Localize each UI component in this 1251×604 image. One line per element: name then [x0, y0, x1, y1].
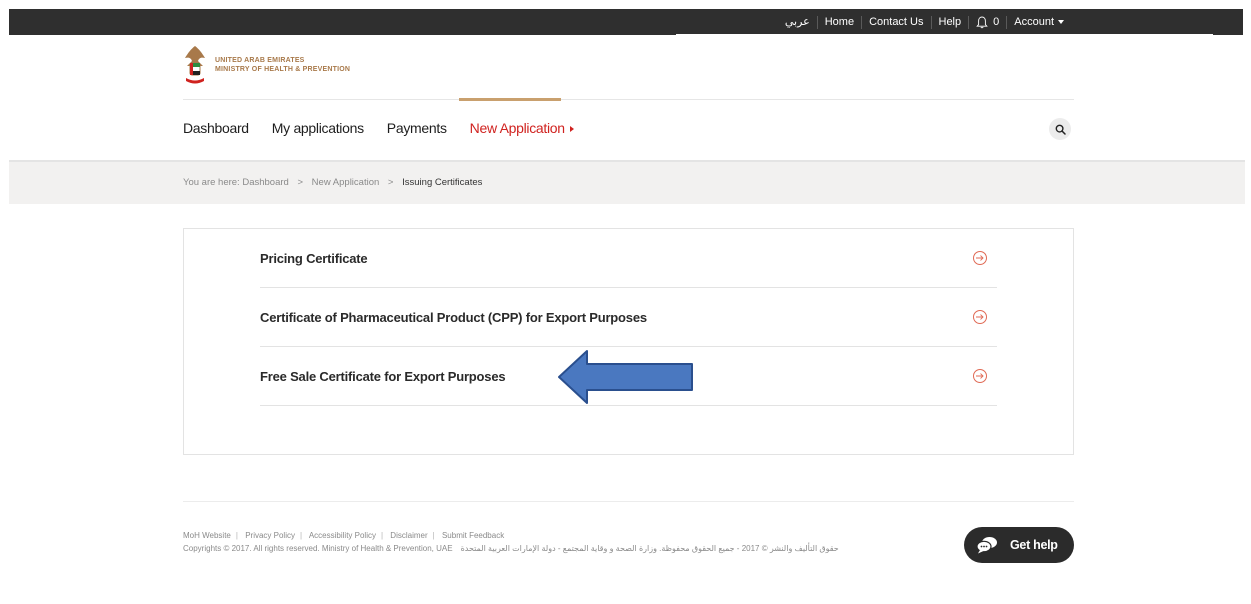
contact-us-link[interactable]: Contact Us	[861, 15, 930, 29]
nav-dashboard[interactable]: Dashboard	[183, 120, 249, 136]
footer-separator: |	[380, 531, 384, 540]
certificate-label: Certificate of Pharmaceutical Product (C…	[260, 309, 647, 325]
breadcrumb-prefix: You are here:	[183, 177, 240, 188]
breadcrumb-bar: You are here: Dashboard > New Applicatio…	[9, 160, 1245, 204]
help-link[interactable]: Help	[930, 15, 969, 29]
breadcrumb: You are here: Dashboard > New Applicatio…	[183, 177, 482, 188]
certificate-label: Pricing Certificate	[260, 250, 368, 266]
footer-link-privacy-policy[interactable]: Privacy Policy	[245, 531, 295, 540]
footer-separator: |	[235, 531, 238, 540]
notifications-button[interactable]: 0	[968, 15, 1006, 29]
breadcrumb-separator: >	[387, 177, 394, 188]
certificate-label: Free Sale Certificate for Export Purpose…	[260, 368, 506, 384]
breadcrumb-dashboard[interactable]: Dashboard	[242, 177, 288, 188]
arabic-language-link[interactable]: عربي	[778, 16, 817, 29]
get-help-label: Get help	[1010, 538, 1058, 552]
search-button[interactable]	[1049, 118, 1071, 140]
breadcrumb-current: Issuing Certificates	[402, 177, 483, 188]
nav-new-application-label: New Application	[469, 120, 565, 136]
account-label: Account	[1014, 15, 1054, 28]
footer-link-moh-website[interactable]: MoH Website	[183, 531, 231, 540]
home-link[interactable]: Home	[816, 15, 861, 29]
footer-link-disclaimer[interactable]: Disclaimer	[390, 531, 427, 540]
top-utility-bar: عربي Home Contact Us Help 0 Account	[9, 9, 1243, 35]
search-icon	[1055, 124, 1066, 135]
caret-down-icon	[1058, 19, 1064, 24]
certificate-row-cpp[interactable]: Certificate of Pharmaceutical Product (C…	[260, 288, 997, 347]
topbar-underline	[676, 34, 1213, 37]
footer-divider	[183, 501, 1074, 502]
get-help-button[interactable]: Get help	[964, 527, 1074, 563]
logo-line-2: MINISTRY OF HEALTH & PREVENTION	[215, 66, 351, 73]
annotation-arrow-icon	[558, 350, 693, 404]
footer-link-submit-feedback[interactable]: Submit Feedback	[442, 531, 504, 540]
bell-icon	[976, 16, 988, 28]
emblem-icon	[185, 46, 205, 84]
account-menu[interactable]: Account	[1006, 15, 1071, 29]
header-divider	[183, 99, 1074, 100]
main-nav: Dashboard My applications Payments New A…	[183, 120, 597, 136]
breadcrumb-separator: >	[297, 177, 304, 188]
arrow-right-circle-icon[interactable]	[973, 369, 987, 383]
active-tab-indicator	[459, 98, 561, 101]
footer-copyright: Copyrights © 2017. All rights reserved. …	[183, 544, 839, 553]
ministry-logo[interactable]: UNITED ARAB EMIRATES MINISTRY OF HEALTH …	[183, 44, 350, 86]
footer-link-accessibility-policy[interactable]: Accessibility Policy	[309, 531, 376, 540]
footer-separator: |	[299, 531, 303, 540]
copyright-english: Copyrights © 2017. All rights reserved. …	[183, 544, 453, 553]
certificates-panel: Pricing Certificate Certificate of Pharm…	[183, 228, 1074, 455]
chat-bubble-icon	[976, 537, 997, 554]
chevron-right-icon	[569, 126, 574, 133]
certificate-row-pricing[interactable]: Pricing Certificate	[260, 229, 997, 288]
footer-links: MoH Website | Privacy Policy | Accessibili…	[183, 531, 504, 540]
arrow-right-circle-icon[interactable]	[973, 310, 987, 324]
utility-nav: عربي Home Contact Us Help 0 Account	[778, 9, 1071, 35]
copyright-arabic: حقوق التأليف والنشر © 2017 - جميع الحقوق…	[460, 544, 839, 553]
arrow-right-circle-icon[interactable]	[973, 251, 987, 265]
footer-separator: |	[432, 531, 435, 540]
notification-count: 0	[993, 15, 1000, 28]
breadcrumb-new-application[interactable]: New Application	[312, 177, 380, 188]
logo-text: UNITED ARAB EMIRATES MINISTRY OF HEALTH …	[215, 56, 350, 74]
nav-payments[interactable]: Payments	[387, 120, 447, 136]
nav-new-application[interactable]: New Application	[470, 120, 574, 136]
nav-my-applications[interactable]: My applications	[272, 120, 364, 136]
logo-line-1: UNITED ARAB EMIRATES	[215, 57, 305, 64]
